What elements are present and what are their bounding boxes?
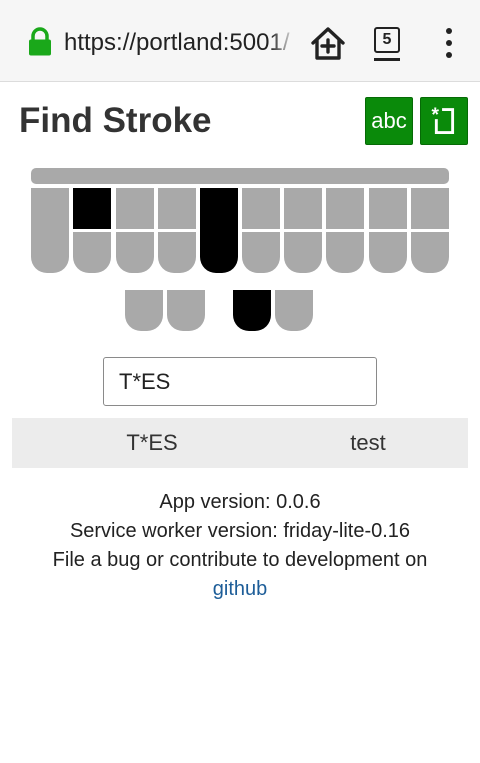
steno-key-P-right[interactable]	[284, 188, 322, 229]
steno-key-R-right[interactable]	[242, 232, 280, 273]
footer: App version: 0.0.6 Service worker versio…	[0, 488, 480, 604]
steno-key-P-left[interactable]	[116, 188, 154, 229]
steno-key-Z-right[interactable]	[411, 232, 449, 273]
service-worker-version: Service worker version: friday-lite-0.16	[69, 520, 411, 542]
steno-key-D-right[interactable]	[411, 188, 449, 229]
steno-key-A[interactable]	[125, 290, 163, 331]
steno-key-O[interactable]	[167, 290, 205, 331]
steno-key-L-right[interactable]	[326, 188, 364, 229]
steno-key-F-right[interactable]	[242, 188, 280, 229]
steno-keyboard	[0, 0, 480, 340]
github-link[interactable]: github	[213, 578, 268, 600]
steno-key-star[interactable]	[200, 188, 238, 273]
result-stroke: T*ES	[126, 430, 178, 455]
steno-key-E[interactable]	[233, 290, 271, 331]
steno-key-T-left[interactable]	[73, 188, 111, 229]
steno-key-T-right[interactable]	[369, 188, 407, 229]
steno-key-S-left[interactable]	[31, 188, 69, 273]
stroke-search-input[interactable]	[103, 357, 377, 406]
steno-key-G-right[interactable]	[326, 232, 364, 273]
steno-key-U[interactable]	[275, 290, 313, 331]
steno-key-H-left[interactable]	[158, 188, 196, 229]
contribute-text: File a bug or contribute to development …	[52, 549, 428, 571]
app-version: App version: 0.0.6	[159, 491, 321, 513]
result-word: test	[350, 430, 386, 455]
steno-key-number-bar[interactable]	[31, 168, 449, 184]
steno-key-R-left[interactable]	[158, 232, 196, 273]
steno-key-W-left[interactable]	[116, 232, 154, 273]
steno-key-K-left[interactable]	[73, 232, 111, 273]
steno-key-B-right[interactable]	[284, 232, 322, 273]
result-row[interactable]: T*ES test	[12, 418, 468, 468]
steno-key-S-right[interactable]	[369, 232, 407, 273]
